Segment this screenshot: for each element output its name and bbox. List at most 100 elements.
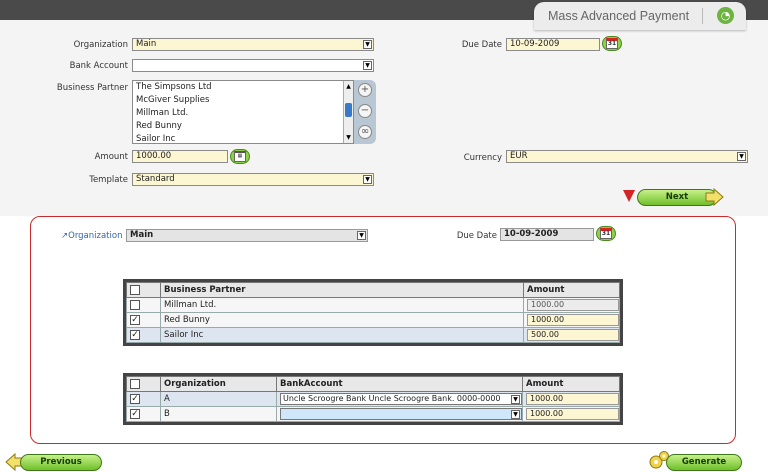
row-checkbox-cell[interactable]	[126, 297, 161, 313]
template-label: Template	[89, 175, 128, 185]
scroll-up-icon[interactable]: ▲	[344, 82, 353, 91]
currency-label: Currency	[463, 153, 502, 163]
amount-value: 1000.00	[136, 151, 172, 161]
column-header-amount: Amount	[523, 282, 620, 298]
list-item[interactable]: Millman Ltd.	[133, 107, 353, 120]
partner-name: Red Bunny	[160, 312, 524, 328]
listbox-scrollbar[interactable]: ▲ ▼	[343, 81, 353, 143]
payment-detail-panel: ↗Organization Main ▼ Due Date 10-09-2009…	[30, 216, 736, 444]
row-checkbox-cell[interactable]: ✓	[126, 391, 161, 407]
openbravo-logo-icon: ◔	[717, 7, 734, 24]
row-checkbox-checked[interactable]: ✓	[130, 329, 140, 340]
required-indicator-icon	[623, 190, 635, 202]
chevron-down-icon[interactable]: ▼	[363, 175, 372, 184]
row-checkbox-cell[interactable]: ✓	[126, 327, 161, 343]
amount-input[interactable]: 1000.00	[527, 314, 619, 326]
next-button-label: Next	[665, 192, 689, 202]
row-checkbox-checked[interactable]: ✓	[130, 408, 140, 419]
chevron-down-icon[interactable]: ▼	[363, 61, 372, 70]
column-header-bank-account: BankAccount	[276, 376, 523, 392]
generate-button-label: Generate	[681, 457, 727, 467]
due-date-field[interactable]: 10-09-2009	[506, 38, 600, 51]
calendar-icon-text: 31	[606, 38, 618, 49]
organization-cell: A	[160, 391, 277, 407]
remove-icon[interactable]: −	[358, 104, 372, 118]
column-header-organization: Organization	[160, 376, 277, 392]
select-all-checkbox[interactable]	[130, 284, 140, 295]
add-icon[interactable]: +	[358, 83, 372, 97]
business-partner-listbox[interactable]: The Simpsons Ltd McGiver Supplies Millma…	[132, 80, 354, 144]
chevron-down-icon[interactable]: ▼	[363, 40, 372, 49]
row-checkbox-cell[interactable]: ✓	[126, 406, 161, 422]
select-all-header[interactable]	[126, 376, 161, 392]
bank-account-cell: Uncle Scroogre Bank Uncle Scroogre Bank.…	[276, 391, 523, 407]
title-separator	[702, 8, 703, 24]
table-row: ✓ A Uncle Scroogre Bank Uncle Scroogre B…	[126, 391, 620, 407]
organization-select[interactable]: Main ▼	[132, 38, 374, 51]
row-checkbox-checked[interactable]: ✓	[130, 393, 140, 404]
template-select[interactable]: Standard ▼	[132, 173, 374, 186]
partner-name: Millman Ltd.	[160, 297, 524, 313]
chevron-down-icon[interactable]: ▼	[511, 410, 520, 419]
currency-select[interactable]: EUR ▼	[506, 150, 748, 163]
panel-due-date-field[interactable]: 10-09-2009	[500, 228, 594, 241]
arrow-right-icon	[705, 188, 724, 206]
business-partner-label: Business Partner	[56, 83, 128, 93]
calendar-icon[interactable]: 31	[602, 36, 622, 51]
generate-button[interactable]: Generate	[666, 454, 742, 471]
calendar-icon-text: 31	[600, 228, 612, 239]
panel-organization-select[interactable]: Main ▼	[126, 229, 368, 242]
link-icon[interactable]: ∞	[358, 125, 372, 139]
due-date-label: Due Date	[461, 40, 502, 50]
table-row: ✓ B ▼ 1000.00	[126, 406, 620, 422]
previous-button[interactable]: Previous	[20, 454, 102, 471]
list-item[interactable]: Sailor Inc	[133, 133, 353, 143]
organization-label: Organization	[73, 40, 128, 50]
column-header-amount: Amount	[522, 376, 620, 392]
panel-organization-label: ↗Organization	[61, 231, 122, 241]
amount-input: 1000.00	[527, 299, 619, 311]
partner-name: Sailor Inc	[160, 327, 524, 343]
calculator-icon[interactable]: ▦	[230, 149, 250, 164]
select-all-header[interactable]	[126, 282, 161, 298]
panel-organization-label-text: Organization	[68, 231, 123, 241]
bank-account-select[interactable]: Uncle Scroogre Bank Uncle Scroogre Bank.…	[280, 393, 522, 405]
organization-select-value: Main	[136, 39, 157, 49]
amount-field[interactable]: 1000.00	[132, 150, 228, 163]
amount-input[interactable]: 500.00	[527, 329, 619, 341]
panel-organization-value: Main	[130, 230, 154, 240]
window-title: Mass Advanced Payment	[548, 9, 690, 23]
organization-cell: B	[160, 406, 277, 422]
window-title-tab: Mass Advanced Payment ◔	[534, 2, 746, 30]
amount-cell: 1000.00	[522, 391, 620, 407]
chevron-down-icon[interactable]: ▼	[511, 395, 520, 404]
row-checkbox[interactable]	[130, 299, 140, 310]
select-all-checkbox[interactable]	[130, 378, 140, 389]
column-header-business-partner: Business Partner	[160, 282, 524, 298]
panel-due-date-label: Due Date	[456, 231, 497, 241]
chevron-down-icon[interactable]: ▼	[737, 152, 746, 161]
scrollbar-thumb[interactable]	[345, 103, 352, 117]
calendar-icon[interactable]: 31	[596, 226, 616, 241]
row-checkbox-checked[interactable]: ✓	[130, 314, 140, 325]
business-partner-table: Business Partner Amount Millman Ltd. 100…	[123, 279, 623, 346]
amount-input[interactable]: 1000.00	[526, 393, 619, 405]
bank-account-select[interactable]: ▼	[280, 408, 522, 420]
table-row: Millman Ltd. 1000.00	[126, 297, 620, 313]
list-item[interactable]: The Simpsons Ltd	[133, 81, 353, 94]
due-date-value: 10-09-2009	[510, 39, 560, 49]
currency-select-value: EUR	[510, 151, 528, 161]
previous-button-label: Previous	[40, 457, 82, 467]
amount-label: Amount	[94, 152, 128, 162]
bank-account-select[interactable]: ▼	[132, 59, 374, 72]
amount-cell: 1000.00	[523, 297, 620, 313]
bank-account-value: Uncle Scroogre Bank Uncle Scroogre Bank.…	[283, 394, 501, 403]
chevron-down-icon[interactable]: ▼	[357, 231, 366, 240]
list-item[interactable]: Red Bunny	[133, 120, 353, 133]
scroll-down-icon[interactable]: ▼	[344, 133, 353, 142]
table-row: ✓ Red Bunny 1000.00	[126, 312, 620, 328]
row-checkbox-cell[interactable]: ✓	[126, 312, 161, 328]
amount-cell: 1000.00	[523, 312, 620, 328]
amount-input[interactable]: 1000.00	[526, 408, 619, 420]
list-item[interactable]: McGiver Supplies	[133, 94, 353, 107]
